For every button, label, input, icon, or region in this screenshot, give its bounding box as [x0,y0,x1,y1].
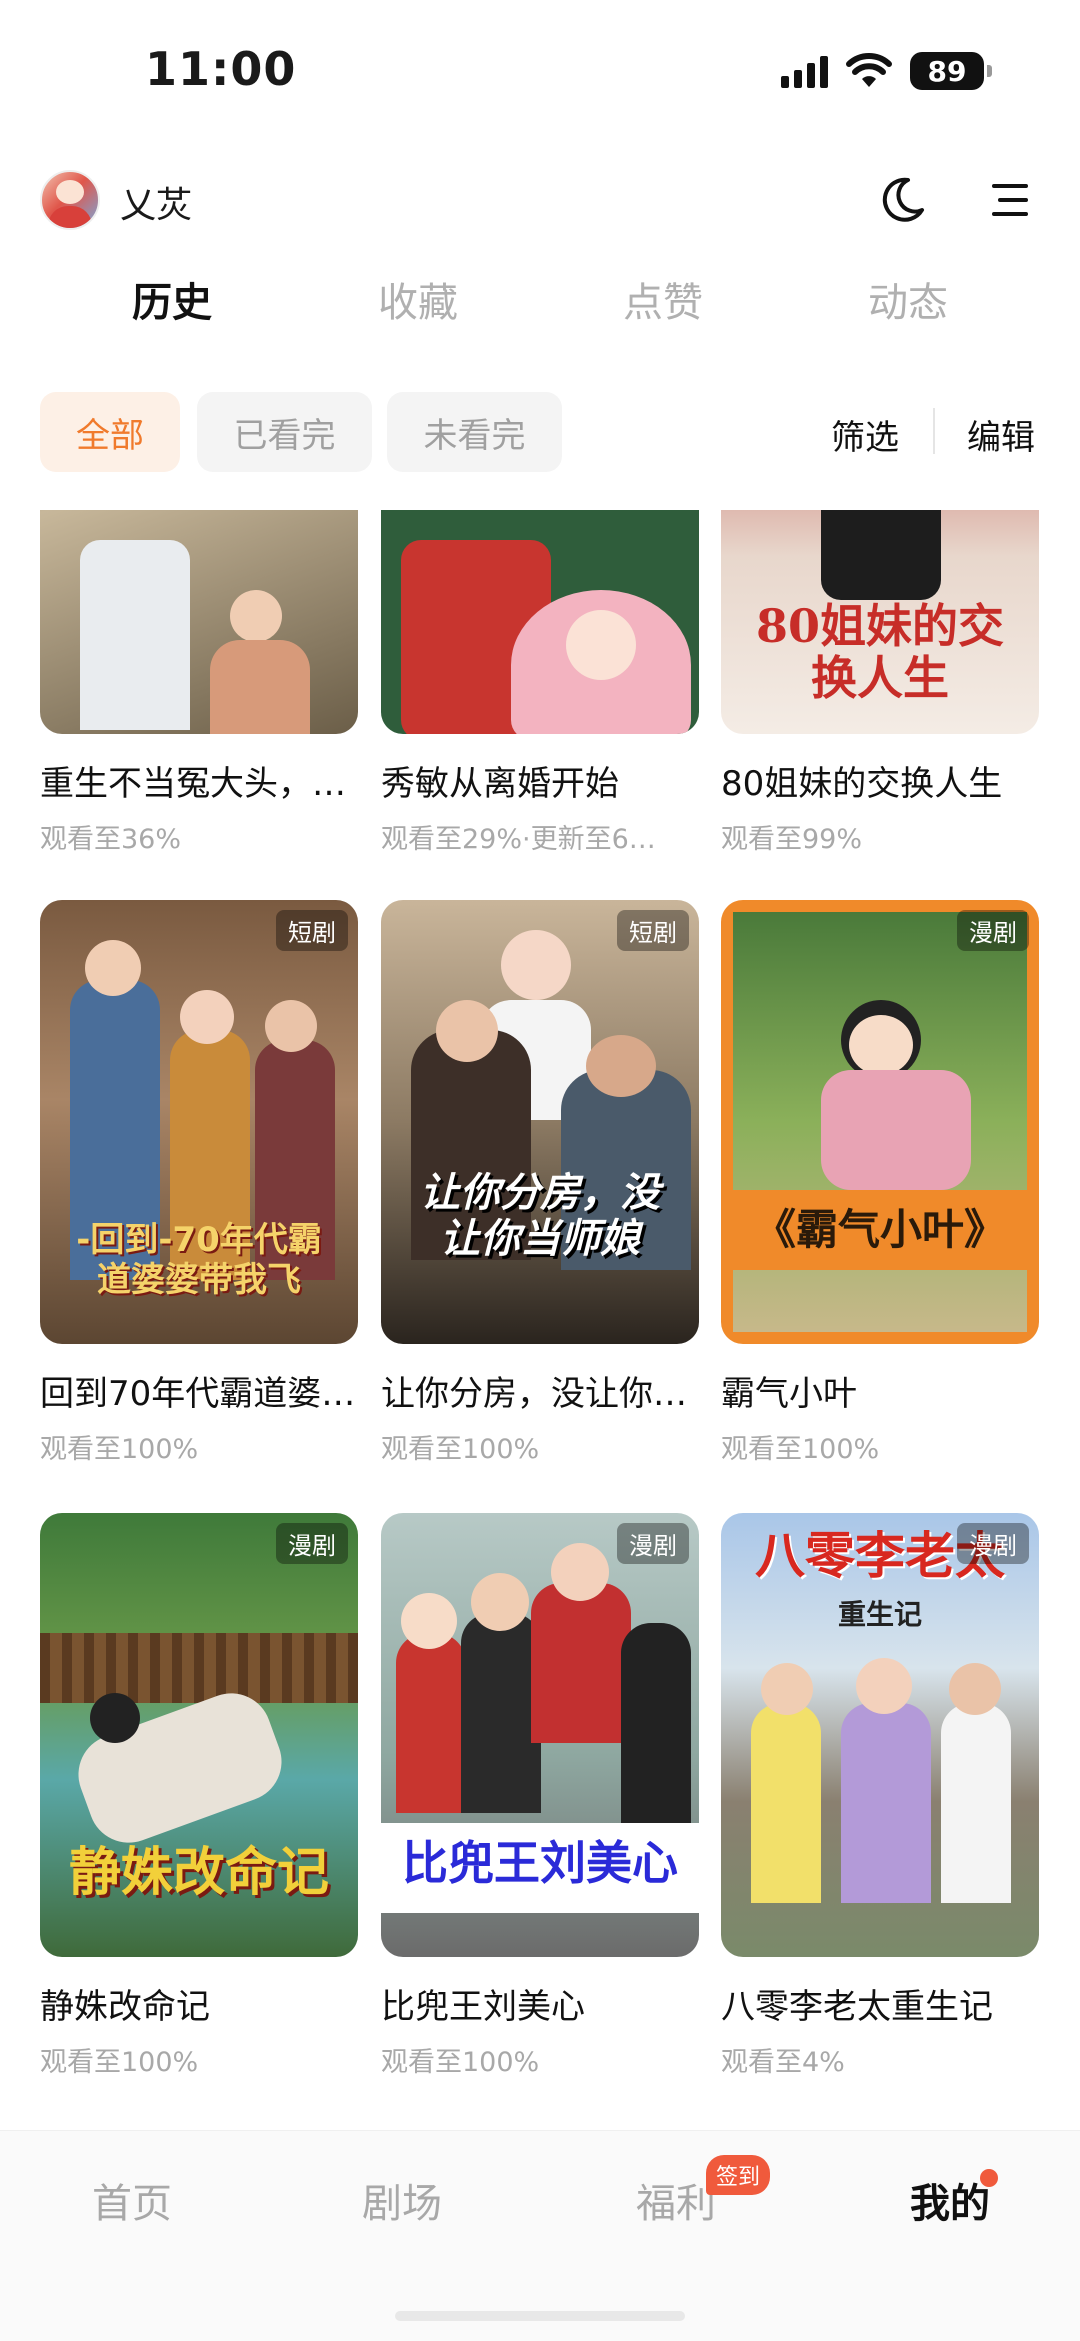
bottom-nav: 首页 剧场 福利 签到 我的 [0,2130,1080,2341]
tab-history[interactable]: 历史 [132,270,212,328]
card-title: 重生不当冤大头，… [40,764,346,804]
status-time: 11:00 [145,42,297,96]
genre-tag: 漫剧 [957,1523,1029,1564]
poster-title-text: 比兜王刘美心 [402,1836,678,1890]
card-progress: 观看至29%·更新至6… [381,824,656,855]
battery-icon: 89 [910,52,992,90]
card-title: 回到70年代霸道婆… [40,1374,356,1414]
checkin-badge: 签到 [706,2155,771,2195]
poster-image[interactable]: 《霸气小叶》 漫剧 [721,900,1039,1344]
content-tabs: 历史 收藏 点赞 动态 [0,270,1080,340]
tab-favorites[interactable]: 收藏 [378,270,458,328]
history-card[interactable]: 让你分房，没让你当师娘 短剧 让你分房，没让你… 观看至100% [381,900,699,1466]
card-progress: 观看至100% [721,1434,880,1465]
poster-image[interactable]: 80姐妹的交换人生 [721,510,1039,734]
avatar[interactable] [40,170,100,230]
poster-title-text: 让你分房，没让你当师娘 [420,1170,660,1262]
card-title: 八零李老太重生记 [721,1987,993,2027]
card-title: 让你分房，没让你… [381,1374,687,1414]
poster-title-text: 静姝改命记 [68,1843,329,1903]
home-indicator [395,2311,685,2321]
poster-image[interactable]: -回到-70年代霸道婆婆带我飞 短剧 [40,900,358,1344]
history-card[interactable]: -回到-70年代霸道婆婆带我飞 短剧 回到70年代霸道婆… 观看至100% [40,900,358,1466]
menu-icon[interactable] [984,174,1036,226]
card-title: 静姝改命记 [40,1987,210,2027]
genre-tag: 短剧 [617,910,689,951]
poster-image[interactable]: 八零李老太 重生记 漫剧 [721,1513,1039,1957]
card-progress: 观看至100% [40,2047,199,2078]
username[interactable]: 乂炗 [120,176,192,228]
card-progress: 观看至36% [40,824,182,855]
card-progress: 观看至4% [721,2047,845,2078]
genre-tag: 漫剧 [957,910,1029,951]
card-title: 秀敏从离婚开始 [381,764,619,804]
status-bar: 11:00 89 [0,0,1080,140]
wifi-icon [846,53,892,87]
history-card[interactable]: 八零李老太 重生记 漫剧 八零李老太重生记 观看至4% [721,1513,1039,2079]
genre-tag: 漫剧 [617,1523,689,1564]
history-card[interactable]: 比兜王刘美心 漫剧 比兜王刘美心 观看至100% [381,1513,699,2079]
poster-image[interactable]: 比兜王刘美心 漫剧 [381,1513,699,1957]
card-progress: 观看至100% [40,1434,199,1465]
poster-image[interactable]: 静姝改命记 漫剧 [40,1513,358,1957]
filter-row: 全部 已看完 未看完 筛选 编辑 [0,392,1080,472]
filter-watched-chip[interactable]: 已看完 [197,392,372,472]
nav-mine[interactable]: 我的 [910,2171,990,2229]
card-progress: 观看至100% [381,2047,540,2078]
poster-title-text: 《霸气小叶》 [753,1205,1006,1254]
poster-subtitle-text: 重生记 [837,1598,922,1631]
card-title: 80姐妹的交换人生 [721,764,1003,804]
genre-tag: 短剧 [276,910,348,951]
moon-icon[interactable] [874,172,930,228]
poster-image[interactable]: 让你分房，没让你当师娘 短剧 [381,900,699,1344]
signal-icon [781,54,828,88]
card-progress: 观看至99% [721,824,863,855]
filter-button[interactable]: 筛选 [831,410,899,459]
edit-button[interactable]: 编辑 [967,410,1035,459]
history-card[interactable]: 重生不当冤大头，… 观看至36% [40,510,358,856]
nav-theater[interactable]: 剧场 [362,2171,442,2229]
notification-dot [980,2169,998,2187]
history-card[interactable]: 80姐妹的交换人生 80姐妹的交换人生 观看至99% [721,510,1039,856]
divider [933,408,935,454]
tab-activity[interactable]: 动态 [868,270,948,328]
card-title: 比兜王刘美心 [381,1987,585,2027]
history-card[interactable]: 秀敏从离婚开始 观看至29%·更新至6… [381,510,699,856]
nav-welfare[interactable]: 福利 [636,2171,716,2229]
nav-home[interactable]: 首页 [92,2171,172,2229]
card-progress: 观看至100% [381,1434,540,1465]
poster-title-text: -回到-70年代霸道婆婆带我飞 [76,1220,322,1300]
tab-likes[interactable]: 点赞 [623,270,703,328]
status-icons: 89 [781,52,992,90]
poster-image[interactable] [40,510,358,734]
poster-image[interactable] [381,510,699,734]
history-grid: 重生不当冤大头，… 观看至36% 秀敏从离婚开始 观看至29%·更新至6… 80… [0,510,1080,2130]
profile-header: 乂炗 [0,160,1080,240]
history-card[interactable]: 《霸气小叶》 漫剧 霸气小叶 观看至100% [721,900,1039,1466]
filter-all-chip[interactable]: 全部 [40,392,180,472]
poster-title-text: 80姐妹的交换人生 [755,599,1004,705]
genre-tag: 漫剧 [276,1523,348,1564]
history-card[interactable]: 静姝改命记 漫剧 静姝改命记 观看至100% [40,1513,358,2079]
filter-unwatched-chip[interactable]: 未看完 [387,392,562,472]
card-title: 霸气小叶 [721,1374,857,1414]
